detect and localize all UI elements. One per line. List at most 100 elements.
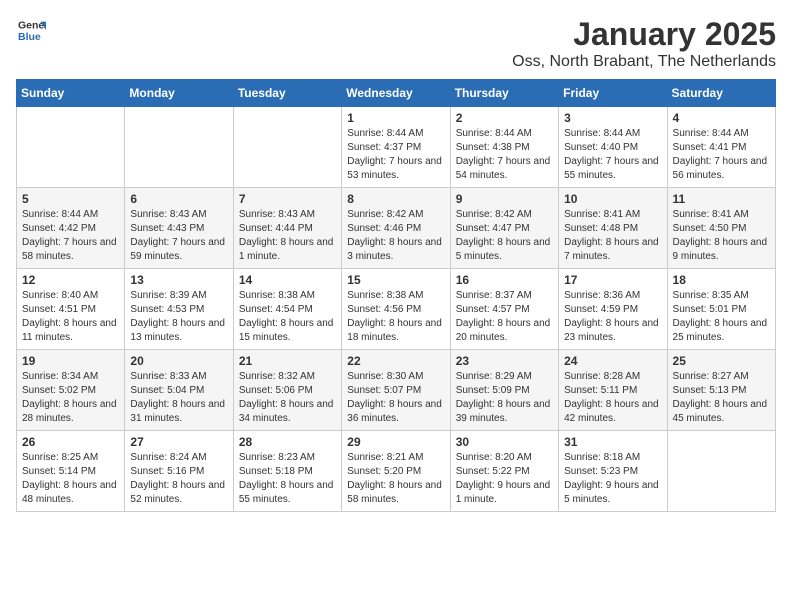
day-number: 5 bbox=[22, 192, 119, 206]
day-info: Sunrise: 8:23 AM Sunset: 5:18 PM Dayligh… bbox=[239, 451, 336, 507]
calendar-day-cell: 5 Sunrise: 8:44 AM Sunset: 4:42 PM Daylig… bbox=[17, 188, 125, 269]
calendar-day-cell: 28 Sunrise: 8:23 AM Sunset: 5:18 PM Dayli… bbox=[233, 431, 341, 512]
day-info: Sunrise: 8:44 AM Sunset: 4:42 PM Dayligh… bbox=[22, 208, 119, 264]
day-info: Sunrise: 8:39 AM Sunset: 4:53 PM Dayligh… bbox=[130, 289, 227, 345]
calendar-week-row: 5 Sunrise: 8:44 AM Sunset: 4:42 PM Daylig… bbox=[17, 188, 776, 269]
day-info: Sunrise: 8:28 AM Sunset: 5:11 PM Dayligh… bbox=[564, 370, 661, 426]
day-info: Sunrise: 8:40 AM Sunset: 4:51 PM Dayligh… bbox=[22, 289, 119, 345]
weekday-header-cell: Tuesday bbox=[233, 80, 341, 107]
day-info: Sunrise: 8:41 AM Sunset: 4:50 PM Dayligh… bbox=[673, 208, 770, 264]
day-number: 7 bbox=[239, 192, 336, 206]
day-info: Sunrise: 8:36 AM Sunset: 4:59 PM Dayligh… bbox=[564, 289, 661, 345]
calendar-week-row: 19 Sunrise: 8:34 AM Sunset: 5:02 PM Dayli… bbox=[17, 350, 776, 431]
day-info: Sunrise: 8:24 AM Sunset: 5:16 PM Dayligh… bbox=[130, 451, 227, 507]
day-info: Sunrise: 8:43 AM Sunset: 4:44 PM Dayligh… bbox=[239, 208, 336, 264]
calendar-day-cell: 18 Sunrise: 8:35 AM Sunset: 5:01 PM Dayli… bbox=[667, 269, 775, 350]
weekday-header-cell: Thursday bbox=[450, 80, 558, 107]
day-number: 20 bbox=[130, 354, 227, 368]
calendar-body: 1 Sunrise: 8:44 AM Sunset: 4:37 PM Daylig… bbox=[17, 107, 776, 512]
day-info: Sunrise: 8:35 AM Sunset: 5:01 PM Dayligh… bbox=[673, 289, 770, 345]
day-number: 14 bbox=[239, 273, 336, 287]
calendar-day-cell: 13 Sunrise: 8:39 AM Sunset: 4:53 PM Dayli… bbox=[125, 269, 233, 350]
day-info: Sunrise: 8:38 AM Sunset: 4:56 PM Dayligh… bbox=[347, 289, 444, 345]
calendar-day-cell: 8Sunrise: 8:42 AM Sunset: 4:46 PM Daylig… bbox=[342, 188, 450, 269]
day-info: Sunrise: 8:44 AM Sunset: 4:41 PM Dayligh… bbox=[673, 127, 770, 183]
day-number: 28 bbox=[239, 435, 336, 449]
calendar-week-row: 1 Sunrise: 8:44 AM Sunset: 4:37 PM Daylig… bbox=[17, 107, 776, 188]
calendar-day-cell: 31 Sunrise: 8:18 AM Sunset: 5:23 PM Dayli… bbox=[559, 431, 667, 512]
calendar-day-cell bbox=[233, 107, 341, 188]
weekday-header-cell: Saturday bbox=[667, 80, 775, 107]
day-number: 23 bbox=[456, 354, 553, 368]
day-number: 27 bbox=[130, 435, 227, 449]
location-title: Oss, North Brabant, The Netherlands bbox=[512, 53, 776, 71]
weekday-header-cell: Friday bbox=[559, 80, 667, 107]
day-number: 10 bbox=[564, 192, 661, 206]
calendar-day-cell bbox=[667, 431, 775, 512]
calendar-day-cell: 10 Sunrise: 8:41 AM Sunset: 4:48 PM Dayli… bbox=[559, 188, 667, 269]
day-number: 11 bbox=[673, 192, 770, 206]
calendar-day-cell: 29 Sunrise: 8:21 AM Sunset: 5:20 PM Dayli… bbox=[342, 431, 450, 512]
day-info: Sunrise: 8:41 AM Sunset: 4:48 PM Dayligh… bbox=[564, 208, 661, 264]
day-info: Sunrise: 8:21 AM Sunset: 5:20 PM Dayligh… bbox=[347, 451, 444, 507]
day-number: 9 bbox=[456, 192, 553, 206]
day-number: 6 bbox=[130, 192, 227, 206]
svg-text:General: General bbox=[18, 20, 46, 32]
header: General Blue January 2025 Oss, North Bra… bbox=[16, 16, 776, 71]
day-number: 31 bbox=[564, 435, 661, 449]
month-title: January 2025 bbox=[512, 16, 776, 53]
weekday-header-cell: Sunday bbox=[17, 80, 125, 107]
title-area: January 2025 Oss, North Brabant, The Net… bbox=[512, 16, 776, 71]
calendar-day-cell: 26 Sunrise: 8:25 AM Sunset: 5:14 PM Dayli… bbox=[17, 431, 125, 512]
calendar-day-cell: 22 Sunrise: 8:30 AM Sunset: 5:07 PM Dayli… bbox=[342, 350, 450, 431]
day-info: Sunrise: 8:44 AM Sunset: 4:40 PM Dayligh… bbox=[564, 127, 661, 183]
day-number: 25 bbox=[673, 354, 770, 368]
day-number: 22 bbox=[347, 354, 444, 368]
calendar-day-cell bbox=[125, 107, 233, 188]
calendar-day-cell: 20 Sunrise: 8:33 AM Sunset: 5:04 PM Dayli… bbox=[125, 350, 233, 431]
day-info: Sunrise: 8:18 AM Sunset: 5:23 PM Dayligh… bbox=[564, 451, 661, 507]
weekday-header-row: SundayMondayTuesdayWednesdayThursdayFrid… bbox=[17, 80, 776, 107]
calendar-day-cell: 30Sunrise: 8:20 AM Sunset: 5:22 PM Dayli… bbox=[450, 431, 558, 512]
day-info: Sunrise: 8:25 AM Sunset: 5:14 PM Dayligh… bbox=[22, 451, 119, 507]
day-info: Sunrise: 8:33 AM Sunset: 5:04 PM Dayligh… bbox=[130, 370, 227, 426]
day-number: 12 bbox=[22, 273, 119, 287]
day-info: Sunrise: 8:30 AM Sunset: 5:07 PM Dayligh… bbox=[347, 370, 444, 426]
day-number: 13 bbox=[130, 273, 227, 287]
calendar-day-cell: 12 Sunrise: 8:40 AM Sunset: 4:51 PM Dayli… bbox=[17, 269, 125, 350]
day-number: 29 bbox=[347, 435, 444, 449]
day-number: 17 bbox=[564, 273, 661, 287]
day-number: 19 bbox=[22, 354, 119, 368]
day-number: 15 bbox=[347, 273, 444, 287]
calendar-day-cell: 27 Sunrise: 8:24 AM Sunset: 5:16 PM Dayli… bbox=[125, 431, 233, 512]
calendar-day-cell: 17 Sunrise: 8:36 AM Sunset: 4:59 PM Dayli… bbox=[559, 269, 667, 350]
day-number: 1 bbox=[347, 111, 444, 125]
calendar-day-cell: 23 Sunrise: 8:29 AM Sunset: 5:09 PM Dayli… bbox=[450, 350, 558, 431]
day-info: Sunrise: 8:32 AM Sunset: 5:06 PM Dayligh… bbox=[239, 370, 336, 426]
day-number: 24 bbox=[564, 354, 661, 368]
day-info: Sunrise: 8:27 AM Sunset: 5:13 PM Dayligh… bbox=[673, 370, 770, 426]
calendar-day-cell bbox=[17, 107, 125, 188]
calendar-table: SundayMondayTuesdayWednesdayThursdayFrid… bbox=[16, 79, 776, 512]
calendar-day-cell: 25 Sunrise: 8:27 AM Sunset: 5:13 PM Dayli… bbox=[667, 350, 775, 431]
svg-text:Blue: Blue bbox=[18, 31, 41, 43]
day-number: 16 bbox=[456, 273, 553, 287]
day-info: Sunrise: 8:34 AM Sunset: 5:02 PM Dayligh… bbox=[22, 370, 119, 426]
calendar-week-row: 12 Sunrise: 8:40 AM Sunset: 4:51 PM Dayli… bbox=[17, 269, 776, 350]
day-number: 4 bbox=[673, 111, 770, 125]
day-info: Sunrise: 8:44 AM Sunset: 4:38 PM Dayligh… bbox=[456, 127, 553, 183]
calendar-day-cell: 11 Sunrise: 8:41 AM Sunset: 4:50 PM Dayli… bbox=[667, 188, 775, 269]
calendar-day-cell: 14Sunrise: 8:38 AM Sunset: 4:54 PM Dayli… bbox=[233, 269, 341, 350]
calendar-day-cell: 4 Sunrise: 8:44 AM Sunset: 4:41 PM Daylig… bbox=[667, 107, 775, 188]
calendar-day-cell: 9Sunrise: 8:42 AM Sunset: 4:47 PM Daylig… bbox=[450, 188, 558, 269]
day-info: Sunrise: 8:42 AM Sunset: 4:46 PM Dayligh… bbox=[347, 208, 444, 264]
day-number: 3 bbox=[564, 111, 661, 125]
calendar-day-cell: 1 Sunrise: 8:44 AM Sunset: 4:37 PM Daylig… bbox=[342, 107, 450, 188]
day-info: Sunrise: 8:44 AM Sunset: 4:37 PM Dayligh… bbox=[347, 127, 444, 183]
day-number: 18 bbox=[673, 273, 770, 287]
day-number: 2 bbox=[456, 111, 553, 125]
day-info: Sunrise: 8:29 AM Sunset: 5:09 PM Dayligh… bbox=[456, 370, 553, 426]
day-number: 21 bbox=[239, 354, 336, 368]
day-number: 26 bbox=[22, 435, 119, 449]
weekday-header-cell: Monday bbox=[125, 80, 233, 107]
